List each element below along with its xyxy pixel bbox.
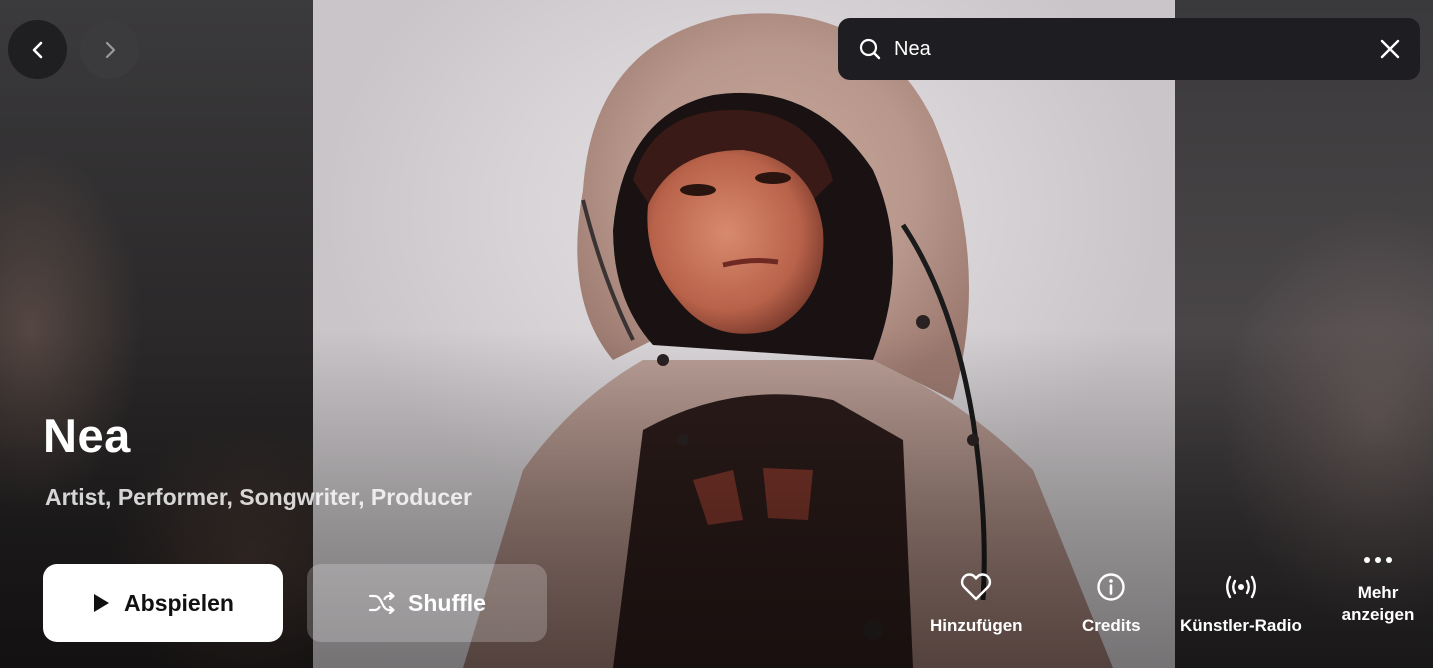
action-label-add: Hinzufügen: [930, 616, 1023, 635]
play-icon: [94, 594, 110, 612]
forward-button[interactable]: [80, 20, 139, 79]
close-icon[interactable]: [1378, 37, 1402, 61]
artist-name: Nea: [43, 409, 131, 462]
back-button[interactable]: [8, 20, 67, 79]
action-label-credits: Credits: [1082, 616, 1141, 635]
more-icon: [1364, 557, 1392, 563]
search-bar[interactable]: [838, 18, 1420, 80]
chevron-left-icon: [32, 41, 42, 58]
search-input[interactable]: [894, 37, 1378, 61]
play-button-label: Abspielen: [124, 589, 234, 616]
action-label-radio: Künstler-Radio: [1180, 616, 1302, 635]
shuffle-button[interactable]: Shuffle: [307, 564, 547, 642]
add-to-favorites-button[interactable]: Hinzufügen: [930, 572, 1023, 636]
more-button[interactable]: Mehr anzeigen: [1336, 556, 1420, 626]
shuffle-button-label: Shuffle: [408, 589, 486, 616]
info-icon: [1097, 573, 1125, 601]
artist-radio-button[interactable]: Künstler-Radio: [1180, 572, 1302, 636]
action-label-more: Mehr anzeigen: [1341, 583, 1415, 624]
radio-icon: [1225, 575, 1256, 599]
artist-roles: Artist, Performer, Songwriter, Producer: [45, 484, 472, 510]
play-button[interactable]: Abspielen: [43, 564, 283, 642]
chevron-right-icon: [105, 41, 115, 58]
credits-button[interactable]: Credits: [1082, 572, 1141, 636]
shuffle-icon: [368, 591, 395, 615]
search-icon: [859, 38, 881, 60]
heart-icon: [961, 573, 992, 601]
